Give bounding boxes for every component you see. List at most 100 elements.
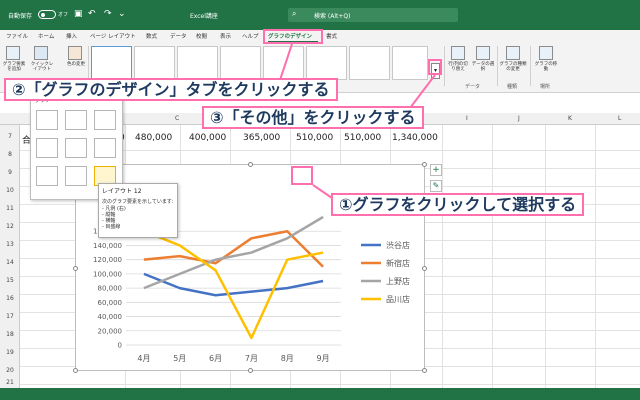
chart-style-3[interactable] (177, 46, 218, 80)
layout-option-1[interactable] (36, 110, 58, 130)
tab-insert[interactable]: 挿入 (66, 32, 77, 40)
row-header[interactable]: 10 (0, 187, 20, 194)
ribbon-group-location: 場所 (540, 84, 551, 90)
column-header[interactable]: L (618, 115, 621, 122)
change-colors-button[interactable]: 色の変更 (64, 62, 88, 67)
tab-format[interactable]: 書式 (326, 32, 337, 40)
add-chart-element-button[interactable]: グラフ要素を追加 (2, 62, 26, 72)
switch-row-column-button[interactable]: 行/列の切り替え (446, 62, 470, 72)
chart-style-7[interactable] (349, 46, 390, 80)
tab-page-layout[interactable]: ページ レイアウト (90, 32, 136, 40)
ribbon-group-type: 種類 (507, 84, 518, 90)
change-chart-type-icon[interactable] (506, 46, 520, 60)
column-header[interactable]: K (568, 115, 572, 122)
callout-step1: ①グラフをクリックして選択する (331, 193, 585, 216)
move-chart-button[interactable]: グラフの移動 (533, 62, 559, 72)
row-header[interactable]: 21 (0, 379, 20, 386)
quick-layout-button[interactable]: クイックレイアウト (30, 62, 54, 72)
window-title: Excel講座 (190, 13, 218, 20)
row-header[interactable]: 13 (0, 241, 20, 248)
layout-option-5[interactable] (65, 138, 87, 158)
row-header[interactable]: 17 (0, 313, 20, 320)
search-placeholder: 検索 (Alt+Q) (314, 13, 351, 20)
row-header[interactable]: 12 (0, 223, 20, 230)
row-header[interactable]: 16 (0, 295, 20, 302)
resize-handle[interactable] (422, 266, 427, 271)
resize-handle[interactable] (248, 368, 253, 373)
layout-option-8[interactable] (65, 166, 87, 186)
layout-option-2[interactable] (65, 110, 87, 130)
cell-c7[interactable]: 480,000 (135, 133, 172, 143)
chart-click-target-box (291, 166, 313, 185)
row-header[interactable]: 11 (0, 205, 20, 212)
row-header[interactable]: 8 (0, 151, 20, 158)
ribbon-separator (444, 46, 445, 86)
legend-label: 上野店 (386, 276, 410, 286)
autosave-label: 自動保存 (8, 13, 33, 20)
change-chart-type-button[interactable]: グラフの種類の変更 (499, 62, 527, 72)
search-box[interactable]: ⌕ 検索 (Alt+Q) (288, 8, 458, 22)
add-chart-element-icon[interactable] (6, 46, 20, 60)
tab-view[interactable]: 表示 (220, 32, 231, 40)
tab-help[interactable]: ヘルプ (242, 32, 259, 40)
layout-option-6[interactable] (94, 138, 116, 158)
chart-elements-button[interactable]: + (430, 164, 442, 176)
chart-style-8[interactable] (392, 46, 428, 80)
redo-icon[interactable]: ↷ (104, 9, 112, 19)
switch-row-column-icon[interactable] (451, 46, 465, 60)
row-header[interactable]: 20 (0, 367, 20, 374)
cell-f7[interactable]: 510,000 (296, 133, 333, 143)
callout-step3: ③「その他」をクリックする (202, 106, 424, 129)
save-icon[interactable]: ▣ (74, 9, 83, 19)
row-header[interactable]: 9 (0, 169, 20, 176)
column-header[interactable]: J (518, 115, 520, 122)
chart-style-4[interactable] (220, 46, 261, 80)
customize-toolbar-icon[interactable]: ⌄ (118, 9, 126, 19)
resize-handle[interactable] (422, 368, 427, 373)
resize-handle[interactable] (73, 266, 78, 271)
resize-handle[interactable] (422, 162, 427, 167)
y-tick-label: 100,000 (93, 270, 122, 278)
tab-formulas[interactable]: 数式 (146, 32, 157, 40)
resize-handle[interactable] (73, 368, 78, 373)
tab-file[interactable]: ファイル (6, 32, 28, 40)
gridline (20, 384, 640, 385)
row-header[interactable]: 7 (0, 133, 20, 140)
row-header[interactable]: 15 (0, 277, 20, 284)
column-header[interactable]: C (175, 115, 179, 122)
ribbon-separator (497, 46, 498, 86)
select-data-button[interactable]: データの選択 (471, 62, 495, 72)
cell-d7[interactable]: 400,000 (189, 133, 226, 143)
layout-option-4[interactable] (36, 138, 58, 158)
legend-label: 渋谷店 (386, 240, 410, 250)
column-header[interactable]: I (466, 115, 468, 122)
tab-review[interactable]: 校閲 (196, 32, 207, 40)
chart-style-6[interactable] (306, 46, 347, 80)
chart-style-1[interactable] (91, 46, 132, 80)
palette-icon[interactable] (68, 46, 82, 60)
y-tick-label: 140,000 (93, 242, 122, 250)
move-chart-icon[interactable] (539, 46, 553, 60)
cell-e7[interactable]: 365,000 (243, 133, 280, 143)
cell-g7[interactable]: 510,000 (344, 133, 381, 143)
row-header[interactable]: 19 (0, 349, 20, 356)
autosave-toggle[interactable] (38, 10, 56, 19)
x-tick-label: 9月 (317, 354, 330, 363)
legend-label: 新宿店 (386, 258, 410, 268)
title-bar: 自動保存 オフ ▣ ↶ ↷ ⌄ Excel講座 ⌕ 検索 (Alt+Q) (0, 0, 640, 30)
ribbon-group-data: データ (465, 84, 481, 90)
tab-home[interactable]: ホーム (38, 32, 54, 40)
row-header[interactable]: 14 (0, 259, 20, 266)
chart-styles-brush-icon[interactable]: ✎ (430, 180, 442, 192)
select-data-icon[interactable] (476, 46, 490, 60)
chart-style-2[interactable] (134, 46, 175, 80)
cell-h7[interactable]: 1,340,000 (392, 133, 438, 143)
resize-handle[interactable] (248, 162, 253, 167)
chart-style-5[interactable] (263, 46, 304, 80)
layout-option-3[interactable] (94, 110, 116, 130)
undo-icon[interactable]: ↶ (88, 9, 96, 19)
quick-layout-icon[interactable] (34, 46, 48, 60)
layout-option-7[interactable] (36, 166, 58, 186)
tab-data[interactable]: データ (170, 32, 187, 40)
row-header[interactable]: 18 (0, 331, 20, 338)
